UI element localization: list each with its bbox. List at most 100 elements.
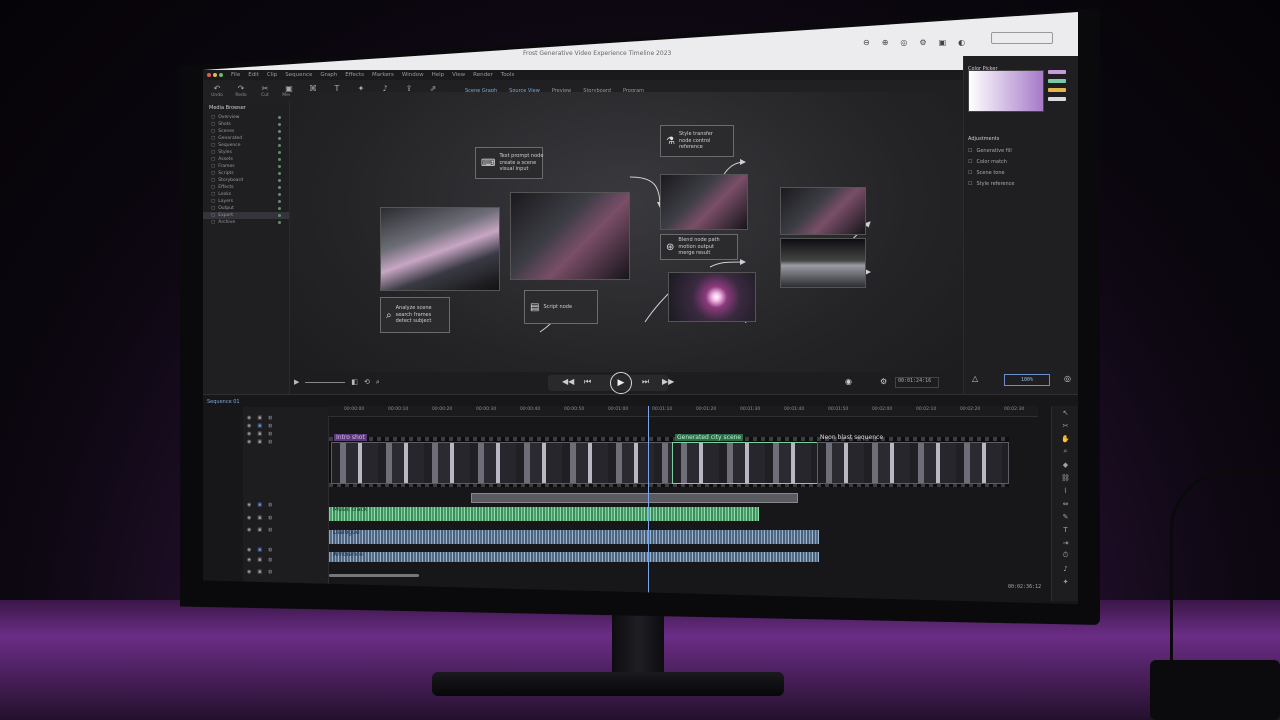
menu-tools[interactable]: Tools	[501, 72, 515, 78]
mute-icon[interactable]: ◍	[268, 515, 272, 521]
color-swatch[interactable]	[1048, 97, 1066, 101]
minimize-icon[interactable]	[213, 73, 217, 77]
settings-small-icon[interactable]: ⚙	[880, 377, 887, 386]
blend-node[interactable]: ⊛ Blend node path motion output merge re…	[660, 234, 738, 260]
snapshot-icon[interactable]: ◉	[845, 377, 852, 386]
track-header-row[interactable]: ◉ ▣ ◍	[247, 439, 272, 445]
next-frame-icon[interactable]: ⏭	[642, 377, 649, 387]
mute-icon[interactable]: ◍	[268, 431, 272, 437]
browser-item[interactable]: ▢ Looks	[203, 191, 289, 198]
script-node[interactable]: ▤ Script node	[524, 290, 598, 324]
snap-icon[interactable]: ⌇	[1052, 484, 1078, 497]
color-gradient-picker[interactable]	[968, 70, 1044, 112]
rate-icon[interactable]: ⏱	[1052, 549, 1078, 562]
browser-item[interactable]: ▢ Layers	[203, 198, 289, 205]
browser-item[interactable]: ▢ Sequence	[203, 142, 289, 149]
playhead[interactable]	[648, 406, 649, 596]
time-ruler[interactable]: 00:00:00 00:00:10 00:00:20 00:00:30 00:00:40…	[328, 406, 1038, 417]
prev-frame-icon[interactable]: ⏮	[584, 377, 591, 387]
clip-generated[interactable]: Generated city scene	[672, 434, 818, 484]
play-small-icon[interactable]: ▶	[294, 378, 299, 387]
menu-help[interactable]: Help	[432, 72, 445, 78]
lock-icon[interactable]: ▣	[257, 515, 262, 521]
globe-icon[interactable]: ◎	[900, 38, 907, 47]
eye-icon[interactable]: ◉	[247, 527, 251, 533]
mute-icon[interactable]: ◍	[268, 569, 272, 575]
select-icon[interactable]: ↖	[1052, 406, 1078, 419]
audio-tool-icon[interactable]: ♪	[1052, 562, 1078, 575]
thumbnail-main[interactable]	[510, 192, 630, 280]
lock-icon[interactable]: ▣	[257, 557, 262, 563]
triangle-icon[interactable]: △	[972, 374, 978, 383]
eye-icon[interactable]: ◉	[247, 431, 251, 437]
lock-icon[interactable]: ▣	[257, 547, 262, 553]
zoom-out-icon[interactable]: ⊖	[863, 38, 870, 47]
zoom-icon[interactable]: ⌕	[1052, 445, 1078, 458]
close-icon[interactable]	[207, 73, 211, 77]
slip-icon[interactable]: ⇔	[1052, 497, 1078, 510]
track-header-row[interactable]: ◉ ▣ ◍	[247, 431, 272, 437]
menu-graph[interactable]: Graph	[320, 72, 337, 78]
track-header-row[interactable]: ◉ ▣ ◍	[247, 547, 272, 553]
browser-item[interactable]: ▢ Shots	[203, 121, 289, 128]
color-swatch[interactable]	[1048, 70, 1066, 74]
mute-icon[interactable]: ◍	[268, 439, 272, 445]
target-icon[interactable]: ◎	[1064, 374, 1071, 383]
menu-view[interactable]: View	[452, 72, 465, 78]
timecode-display[interactable]: 00:01:24:16	[895, 377, 939, 388]
audio-clip-ambience[interactable]: Ambience	[329, 551, 819, 562]
prompt-node[interactable]: ⌨ Text prompt node create a scene visual…	[475, 147, 543, 179]
toolbar-undo-button[interactable]: ↶ Undo	[205, 84, 229, 98]
track-header-row[interactable]: ◉ ▣ ◍	[247, 557, 272, 563]
lock-icon[interactable]: ▣	[257, 569, 262, 575]
track-header-row[interactable]: ◉ ▣ ◍	[247, 423, 272, 429]
track-header-row[interactable]: ◉ ▣ ◍	[247, 527, 272, 533]
browser-item[interactable]: ▢ Storyboard	[203, 177, 289, 184]
adjustment-option[interactable]: ☐ Style reference	[968, 181, 1015, 187]
analyze-node[interactable]: ⌕ Analyze scene search frames detect sub…	[380, 297, 450, 333]
loop-icon[interactable]: ⟲	[364, 378, 370, 387]
menu-clip[interactable]: Clip	[267, 72, 277, 78]
eye-icon[interactable]: ◉	[247, 439, 251, 445]
profile-icon[interactable]: ◐	[958, 38, 965, 47]
browser-item[interactable]: ▢ Scripts	[203, 170, 289, 177]
thumbnail-variant-a[interactable]	[660, 174, 748, 230]
text-tool-icon[interactable]: T	[1052, 523, 1078, 536]
lock-icon[interactable]: ▣	[257, 439, 262, 445]
eye-icon[interactable]: ◉	[247, 569, 251, 575]
checkbox-icon[interactable]: ☐	[968, 181, 972, 187]
lock-icon[interactable]: ▣	[257, 415, 262, 421]
timeline-scrollbar[interactable]	[329, 574, 419, 577]
style-node[interactable]: ⚗ Style transfer node control reference	[660, 125, 734, 157]
thumbnail-output-b[interactable]	[780, 238, 866, 288]
browser-item[interactable]: ▢ Scenes	[203, 128, 289, 135]
eye-icon[interactable]: ◉	[247, 502, 251, 508]
audio-clip-music[interactable]: Music track	[329, 506, 759, 521]
mute-icon[interactable]: ◍	[268, 557, 272, 563]
eye-icon[interactable]: ◉	[247, 547, 251, 553]
step-forward-icon[interactable]: ▶▶	[662, 377, 674, 386]
track-header-row[interactable]: ◉ ▣ ◍	[247, 415, 272, 421]
maximize-icon[interactable]	[219, 73, 223, 77]
eye-icon[interactable]: ◉	[247, 557, 251, 563]
eye-icon[interactable]: ◉	[247, 415, 251, 421]
title-clip[interactable]	[471, 493, 798, 503]
scrub-slider[interactable]	[305, 382, 346, 383]
lock-icon[interactable]: ▣	[257, 502, 262, 508]
browser-item[interactable]: ▢ Frames	[203, 163, 289, 170]
mute-icon[interactable]: ◍	[268, 547, 272, 553]
track-header-row[interactable]: ◉ ▣ ◍	[247, 569, 272, 575]
thumbnail-intro[interactable]	[380, 207, 500, 291]
step-back-icon[interactable]: ◀◀	[562, 377, 574, 386]
lock-icon[interactable]: ▣	[257, 423, 262, 429]
eye-icon[interactable]: ◉	[247, 423, 251, 429]
pen-icon[interactable]: ✎	[1052, 510, 1078, 523]
eye-icon[interactable]: ◉	[247, 515, 251, 521]
browser-item[interactable]: ▢ Export	[203, 212, 289, 219]
adjustment-option[interactable]: ☐ Scene tone	[968, 170, 1015, 176]
clip-intro[interactable]: Intro shot	[331, 434, 673, 484]
menu-window[interactable]: Window	[402, 72, 424, 78]
mute-icon[interactable]: ◍	[268, 527, 272, 533]
menu-sequence[interactable]: Sequence	[285, 72, 312, 78]
menu-markers[interactable]: Markers	[372, 72, 394, 78]
